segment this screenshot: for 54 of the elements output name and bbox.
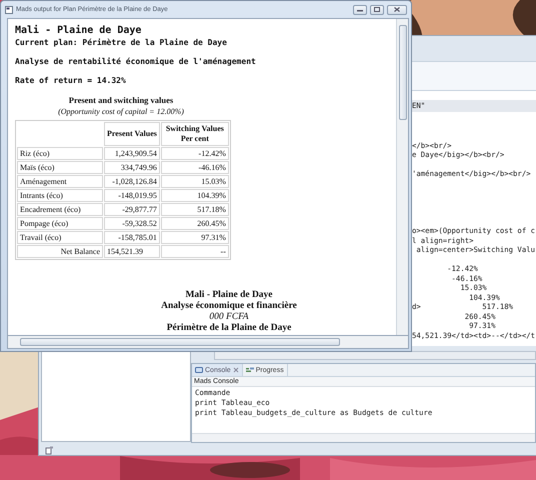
close-icon[interactable] <box>232 367 239 373</box>
table-cell: 334,749.96 <box>104 161 160 174</box>
table-subtitle: (Opportunity cost of capital = 12.00%) <box>58 107 184 117</box>
scroll-thumb[interactable] <box>398 25 406 120</box>
close-icon <box>394 7 400 12</box>
row-label: Intrants (éco) <box>17 189 103 202</box>
table-cell: -46.16% <box>160 161 229 174</box>
row-label: Riz (éco) <box>17 147 103 160</box>
vertical-scrollbar[interactable] <box>396 19 408 335</box>
column-header: Present Values <box>104 122 160 146</box>
row-label: Maïs (éco) <box>17 161 103 174</box>
analysis-title: Analyse de rentabilité économique de l'aménagement <box>15 56 256 67</box>
scroll-thumb[interactable] <box>20 338 340 346</box>
table-cell: -- <box>160 245 229 258</box>
scrollbar[interactable] <box>214 351 536 360</box>
close-button[interactable] <box>387 4 407 14</box>
row-label: Encadrement (éco) <box>17 203 103 216</box>
table-cell: 1,243,909.54 <box>104 147 160 160</box>
table-cell: -59,328.52 <box>104 217 160 230</box>
horizontal-scrollbar[interactable] <box>7 335 409 349</box>
report-subheading: Mali - Plaine de Daye <box>185 290 273 301</box>
report-subheading: Périmètre de la Plaine de Daye <box>166 323 292 334</box>
code-editor[interactable] <box>412 91 536 346</box>
table-cell: 97.31% <box>160 231 229 244</box>
table-cell: -148,019.95 <box>104 189 160 202</box>
maximize-icon <box>374 7 380 12</box>
progress-icon <box>246 367 254 373</box>
unit-text: 000 FCFA <box>209 312 249 323</box>
table-cell: 154,521.39 <box>104 245 160 258</box>
report-heading: Mali - Plaine de Daye <box>15 25 142 37</box>
maximize-button[interactable] <box>370 4 384 14</box>
panel-icon[interactable] <box>45 446 54 454</box>
minimize-button[interactable] <box>353 4 367 14</box>
row-label: Aménagement <box>17 175 103 188</box>
monitor-icon <box>195 366 203 374</box>
report-subheading: Analyse économique et financière <box>161 301 297 312</box>
window-icon <box>5 6 13 14</box>
row-label: Pompage (éco) <box>17 217 103 230</box>
scrollbar[interactable] <box>192 433 535 442</box>
table-cell: -29,877.77 <box>104 203 160 216</box>
table-title: Present and switching values <box>68 95 174 105</box>
column-header: Switching Values Per cent <box>160 122 229 146</box>
table-cell: 15.03% <box>160 175 229 188</box>
table-cell: 104.39% <box>160 189 229 202</box>
total-label: Net Balance <box>17 245 103 258</box>
rate-text: Rate of return = 14.32% <box>15 75 126 86</box>
table-cell: -158,785.01 <box>104 231 160 244</box>
table-cell: -12.42% <box>160 147 229 160</box>
plan-text: Current plan: Périmètre de la Plaine de Daye <box>15 37 227 48</box>
table-cell: 260.45% <box>160 217 229 230</box>
table-cell: 517.18% <box>160 203 229 216</box>
table-cell: -1,028,126.84 <box>104 175 160 188</box>
minimize-icon <box>357 8 363 12</box>
row-label: Travail (éco) <box>17 231 103 244</box>
